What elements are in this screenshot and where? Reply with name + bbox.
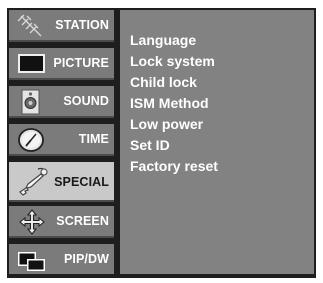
menu-item-factory-reset[interactable]: Factory reset [130,156,218,176]
menu-item-child-lock[interactable]: Child lock [130,72,197,92]
antenna-icon [14,12,50,40]
key-icon [14,165,50,199]
tab-label: SCREEN [56,214,109,228]
menu-item-low-power[interactable]: Low power [130,114,203,134]
menu-item-ism-method[interactable]: ISM Method [130,93,209,113]
menu-item-lock-system[interactable]: Lock system [130,51,215,71]
tab-label: PICTURE [53,56,109,70]
tab-screen[interactable]: SCREEN [9,206,114,238]
tab-label: SPECIAL [54,175,109,189]
move-arrows-icon [14,208,50,236]
tab-sound[interactable]: SOUND [9,86,114,118]
special-menu-panel: Language Lock system Child lock ISM Meth… [120,10,314,274]
tab-pip-dw[interactable]: PIP/DW [9,244,114,274]
menu-item-language[interactable]: Language [130,30,196,50]
tab-label: PIP/DW [63,252,109,266]
monitor-icon [14,50,50,78]
pip-icon [14,246,50,274]
osd-sidebar: STATION PICTURE SOUND TIME SPECIAL SCREE… [9,10,114,274]
tab-label: STATION [55,18,109,32]
tab-time[interactable]: TIME [9,124,114,156]
menu-item-set-id[interactable]: Set ID [130,135,170,155]
tab-label: TIME [78,132,109,146]
tab-special[interactable]: SPECIAL [9,162,114,202]
clock-icon [14,126,50,154]
tab-label: SOUND [63,94,109,108]
tab-picture[interactable]: PICTURE [9,48,114,80]
speaker-icon [14,88,50,116]
tab-station[interactable]: STATION [9,10,114,42]
